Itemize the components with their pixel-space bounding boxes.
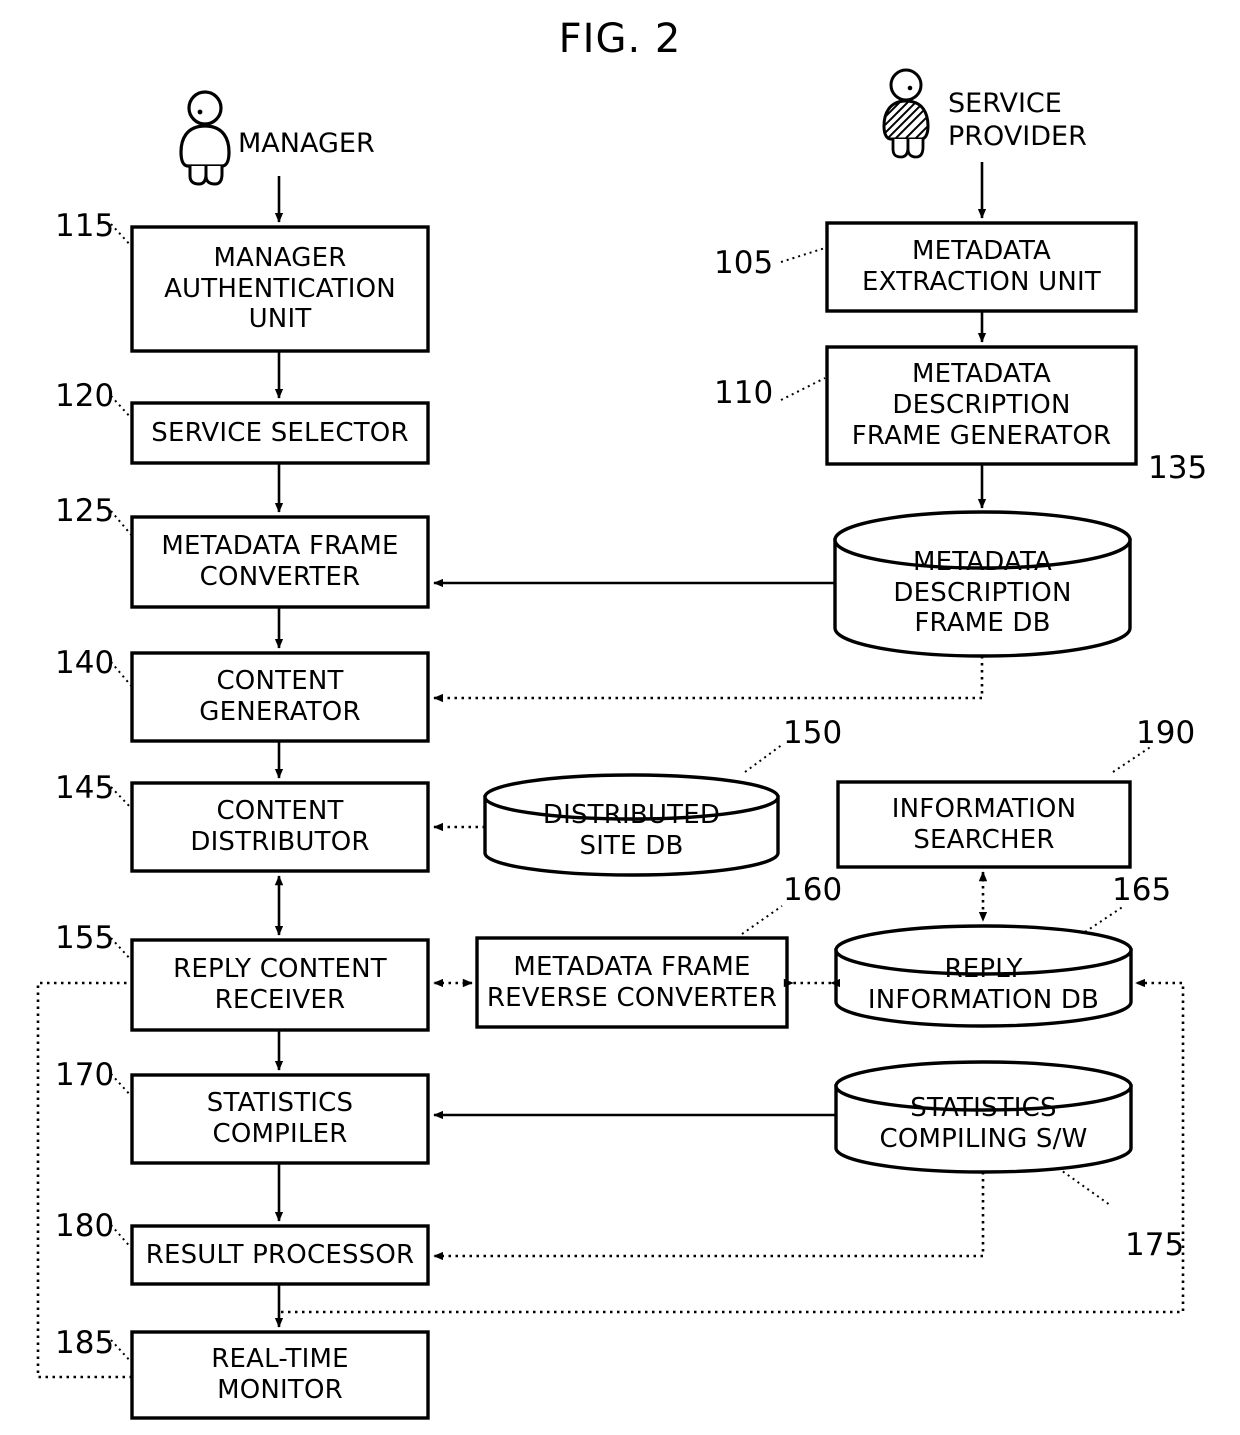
person-icon-manager (179, 90, 231, 186)
node-statistics-compiler (130, 1073, 430, 1165)
node-metadata-description-frame-db (833, 510, 1132, 658)
ref-145: 145 (55, 770, 115, 806)
leader-145 (110, 786, 134, 811)
edge-compilingsw-to-result (433, 1172, 985, 1261)
person-hatched-icon-service-provider (882, 68, 930, 159)
node-service-selector (130, 401, 430, 465)
ref-185: 185 (55, 1325, 115, 1361)
node-metadata-description-frame-generator (825, 345, 1138, 466)
ref-180: 180 (55, 1208, 115, 1244)
node-statistics-compiling-sw (834, 1060, 1133, 1174)
ref-150: 150 (783, 715, 843, 751)
leader-150 (744, 743, 784, 773)
leader-170 (110, 1073, 134, 1099)
node-manager-authentication-unit (130, 225, 430, 353)
patent-figure: FIG. 2 MANAGER AUTHENTICATION UNIT SERVI… (0, 0, 1240, 1435)
ref-175: 175 (1125, 1227, 1185, 1263)
leader-175 (1057, 1167, 1111, 1206)
node-real-time-monitor (130, 1330, 430, 1420)
leader-185 (110, 1339, 134, 1365)
edge-framedb-to-generator (433, 656, 984, 703)
ref-140: 140 (55, 645, 115, 681)
node-content-generator (130, 651, 430, 743)
leader-155 (110, 937, 134, 963)
leader-125 (110, 510, 134, 538)
ref-170: 170 (55, 1057, 115, 1093)
actor-label-manager: MANAGER (238, 128, 375, 159)
leader-110 (780, 377, 826, 401)
node-distributed-site-db (483, 773, 780, 877)
ref-115: 115 (55, 208, 115, 244)
ref-135: 135 (1148, 450, 1208, 486)
leader-165 (1084, 905, 1125, 933)
leader-105 (780, 247, 826, 263)
diagram-canvas (36, 68, 1185, 1420)
node-result-processor (130, 1224, 430, 1286)
ref-165: 165 (1112, 872, 1172, 908)
ref-190: 190 (1136, 715, 1196, 751)
ref-120: 120 (55, 378, 115, 414)
leader-120 (110, 395, 134, 421)
node-metadata-extraction-unit (825, 221, 1138, 313)
node-metadata-frame-converter (130, 515, 430, 609)
node-metadata-frame-reverse-converter (475, 936, 789, 1029)
leader-180 (110, 1224, 134, 1251)
actor-label-service-provider: SERVICE PROVIDER (948, 88, 1087, 152)
ref-160: 160 (783, 872, 843, 908)
ref-125: 125 (55, 493, 115, 529)
node-content-distributor (130, 781, 430, 873)
ref-110: 110 (714, 375, 774, 411)
leader-160 (741, 905, 783, 935)
edge-monitor-to-receiver-feedback (36, 981, 132, 1379)
ref-155: 155 (55, 920, 115, 956)
node-reply-information-db (834, 924, 1133, 1028)
node-information-searcher (836, 780, 1132, 869)
leader-140 (110, 661, 134, 689)
node-reply-content-receiver (130, 938, 430, 1032)
ref-105: 105 (714, 245, 774, 281)
leader-115 (110, 223, 134, 249)
